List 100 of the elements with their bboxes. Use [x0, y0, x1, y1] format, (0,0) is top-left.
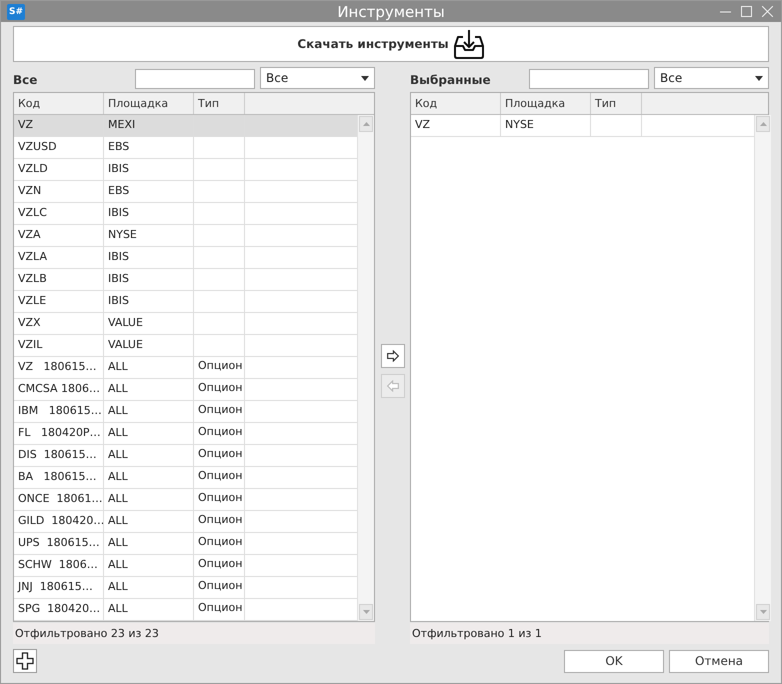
table-cell: Опцион — [194, 555, 245, 576]
download-button[interactable]: Скачать инструменты — [13, 26, 769, 62]
filter-status: Отфильтровано 1 из 1 — [410, 623, 769, 644]
table-cell: VZUSD — [14, 137, 104, 158]
column-header[interactable]: Тип — [194, 93, 245, 114]
table-cell: VZIL — [14, 335, 104, 356]
table-cell: Опцион — [194, 445, 245, 466]
table-row[interactable]: VZIL VALUE — [14, 335, 357, 357]
move-right-button[interactable] — [380, 344, 404, 368]
scroll-down-icon — [362, 610, 370, 614]
table-cell: IBIS — [104, 269, 194, 290]
table-cell: EBS — [104, 181, 194, 202]
table-row[interactable]: FL 180420P… ALL Опцион — [14, 423, 357, 445]
scrollbar[interactable] — [357, 115, 374, 621]
table-row[interactable]: SCHW 1806… ALL Опцион — [14, 555, 357, 577]
dialog-button[interactable]: Отмена — [669, 650, 769, 672]
app-logo: S# — [7, 4, 25, 20]
column-header[interactable]: Тип — [591, 93, 642, 114]
table-row[interactable]: VZUSD EBS — [14, 137, 357, 159]
table-cell: ALL — [104, 467, 194, 488]
table-cell: MEXI — [104, 115, 194, 136]
table-cell: VZA — [14, 225, 104, 246]
table-cell: VZ 180615… — [14, 357, 104, 378]
dialog-button[interactable]: OK — [564, 650, 664, 672]
column-header[interactable]: Код — [14, 93, 104, 114]
panel-title: Все — [13, 73, 38, 89]
table-cell: VZLB — [14, 269, 104, 290]
table-cell: ALL — [104, 357, 194, 378]
table-row[interactable]: VZLE IBIS — [14, 291, 357, 313]
table-row[interactable]: GILD 180420… ALL Опцион — [14, 511, 357, 533]
table-row[interactable]: VZLC IBIS — [14, 203, 357, 225]
table-row[interactable]: VZ 180615… ALL Опцион — [14, 357, 357, 379]
table-cell: ALL — [104, 423, 194, 444]
table-cell: VZ — [411, 115, 501, 136]
table-row[interactable]: VZ MEXI — [14, 115, 357, 137]
table-row[interactable]: BA 180615… ALL Опцион — [14, 467, 357, 489]
table-cell: SPG 180420… — [14, 599, 104, 620]
table-cell: ALL — [104, 445, 194, 466]
dropdown-caret-icon — [361, 76, 369, 80]
table-cell: IBIS — [104, 247, 194, 268]
table-row[interactable]: VZA NYSE — [14, 225, 357, 247]
table-row[interactable]: UPS 180615… ALL Опцион — [14, 533, 357, 555]
table-row[interactable]: VZLA IBIS — [14, 247, 357, 269]
table-cell: VALUE — [104, 335, 194, 356]
table-row[interactable]: ONCE 18061… ALL Опцион — [14, 489, 357, 511]
inbox-download-icon — [452, 28, 485, 60]
filter-status: Отфильтровано 23 из 23 — [13, 623, 375, 644]
table-cell: VZ — [14, 115, 104, 136]
table-cell: Опцион — [194, 533, 245, 554]
table-cell: ONCE 18061… — [14, 489, 104, 510]
close-icon[interactable] — [762, 6, 773, 17]
plus-icon — [16, 652, 34, 670]
add-button[interactable] — [13, 649, 37, 673]
table-cell: ALL — [104, 489, 194, 510]
table-cell: IBIS — [104, 203, 194, 224]
table-row[interactable]: VZX VALUE — [14, 313, 357, 335]
table-cell: IBIS — [104, 291, 194, 312]
table-row[interactable]: JNJ 180615… ALL Опцион — [14, 577, 357, 599]
table-cell: Опцион — [194, 599, 245, 620]
table-cell: ALL — [104, 555, 194, 576]
column-header[interactable]: Площадка — [501, 93, 591, 114]
scroll-up-icon — [362, 122, 370, 126]
filter-dropdown[interactable]: Все — [654, 67, 769, 89]
table-cell: VZN — [14, 181, 104, 202]
window-title: Инструменты — [337, 2, 445, 20]
table-cell: ALL — [104, 511, 194, 532]
table-cell: EBS — [104, 137, 194, 158]
table-cell: GILD 180420… — [14, 511, 104, 532]
table-cell: Опцион — [194, 379, 245, 400]
table-cell: IBIS — [104, 159, 194, 180]
search-field[interactable] — [135, 69, 255, 89]
column-header[interactable]: Площадка — [104, 93, 194, 114]
table-cell: ALL — [104, 599, 194, 620]
dropdown-caret-icon — [755, 76, 763, 80]
table-cell: Опцион — [194, 401, 245, 422]
panel-title: Выбранные — [410, 73, 491, 89]
column-header[interactable]: Код — [411, 93, 501, 114]
table-row[interactable]: VZLB IBIS — [14, 269, 357, 291]
table-row[interactable]: VZ NYSE — [411, 115, 754, 137]
search-field[interactable] — [529, 69, 649, 89]
table-cell: VZLC — [14, 203, 104, 224]
table-row[interactable]: IBM 180615… ALL Опцион — [14, 401, 357, 423]
table-cell: Опцион — [194, 357, 245, 378]
table-row[interactable]: CMCSA 1806… ALL Опцион — [14, 379, 357, 401]
table-cell: Опцион — [194, 511, 245, 532]
table-row[interactable]: DIS 180615… ALL Опцион — [14, 445, 357, 467]
table-cell: VZLD — [14, 159, 104, 180]
table-cell: CMCSA 1806… — [14, 379, 104, 400]
table-cell: DIS 180615… — [14, 445, 104, 466]
table-cell: VZLE — [14, 291, 104, 312]
table-row[interactable]: VZLD IBIS — [14, 159, 357, 181]
scrollbar[interactable] — [754, 115, 771, 621]
filter-dropdown[interactable]: Все — [260, 67, 375, 89]
table-cell: ALL — [104, 533, 194, 554]
scroll-up-icon — [760, 122, 766, 126]
table-row[interactable]: VZN EBS — [14, 181, 357, 203]
maximize-icon[interactable] — [741, 6, 752, 17]
table-cell: Опцион — [194, 489, 245, 510]
table-row[interactable]: SPG 180420… ALL Опцион — [14, 599, 357, 621]
table-cell: ALL — [104, 379, 194, 400]
